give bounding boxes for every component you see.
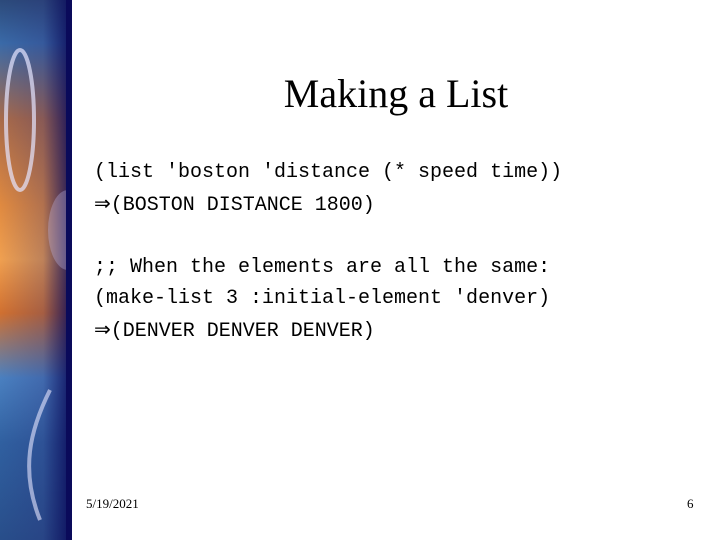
code-text: (list 'boston 'distance (* speed time)) bbox=[94, 161, 563, 184]
implies-arrow-icon: ⇒ bbox=[94, 317, 111, 341]
code-line-1: (list 'boston 'distance (* speed time)) bbox=[94, 157, 562, 188]
implies-arrow-icon: ⇒ bbox=[94, 191, 111, 215]
code-line-2: ⇒(BOSTON DISTANCE 1800) bbox=[94, 188, 375, 221]
swirl-decoration-icon bbox=[4, 48, 72, 521]
slide-title: Making a List bbox=[283, 71, 509, 116]
footer-date: 5/19/2021 bbox=[86, 496, 139, 511]
code-line-3: ;; When the elements are all the same: bbox=[94, 252, 550, 283]
comment-text: ;; When the elements are all the same: bbox=[94, 256, 551, 279]
decorative-sidebar bbox=[0, 0, 72, 540]
code-line-5: ⇒(DENVER DENVER DENVER) bbox=[94, 314, 375, 347]
result-text: (BOSTON DISTANCE 1800) bbox=[110, 194, 375, 217]
code-text: (make-list 3 :initial-element 'denver) bbox=[94, 287, 551, 310]
page-number: 6 bbox=[687, 496, 694, 511]
result-text: (DENVER DENVER DENVER) bbox=[110, 320, 375, 343]
sidebar-edge bbox=[66, 0, 72, 540]
code-line-4: (make-list 3 :initial-element 'denver) bbox=[94, 283, 550, 314]
